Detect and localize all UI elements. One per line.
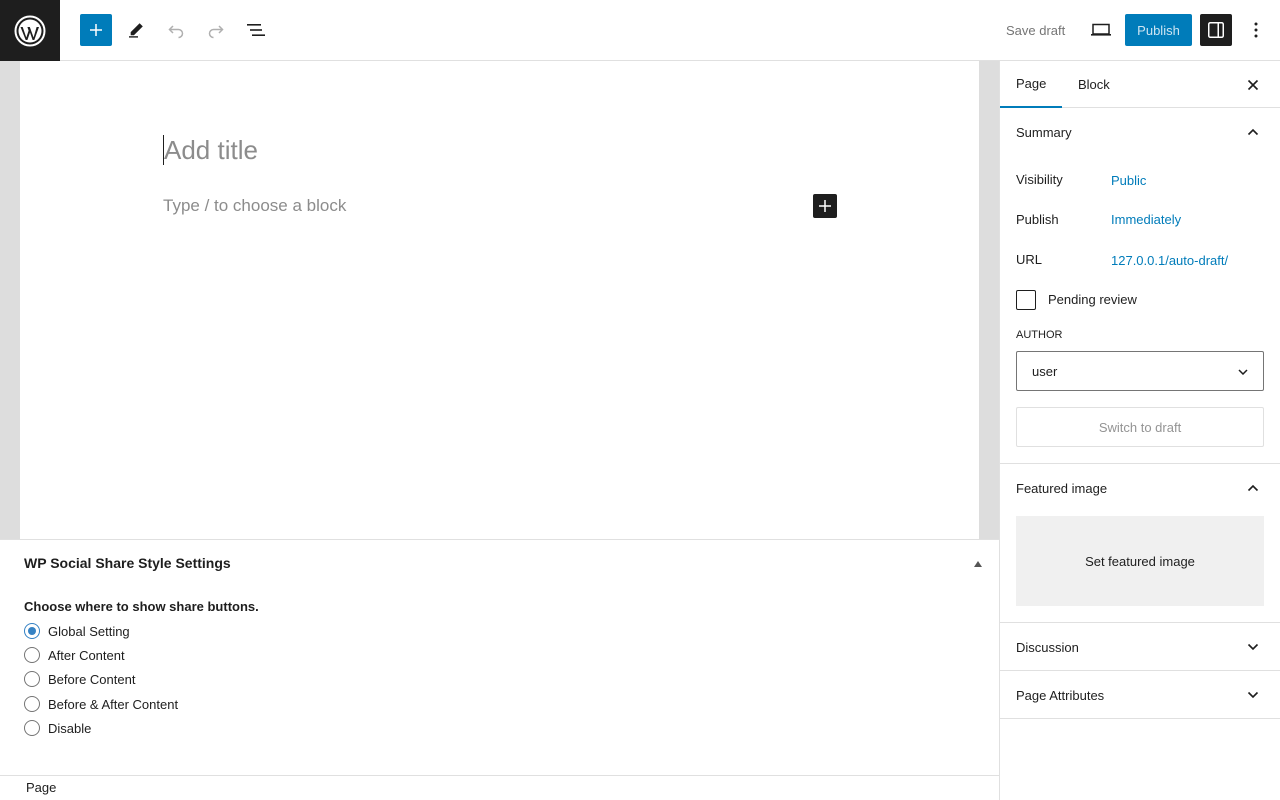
page-attributes-panel-title: Page Attributes: [1016, 687, 1105, 703]
close-icon: [1247, 79, 1259, 91]
panel-divider: [1000, 718, 1280, 719]
switch-to-draft-button[interactable]: Switch to draft: [1016, 407, 1264, 447]
pencil-icon: [129, 23, 143, 38]
radio-button[interactable]: [24, 623, 40, 639]
breadcrumb[interactable]: Page: [26, 780, 56, 795]
radio-button[interactable]: [24, 647, 40, 663]
options-menu-button[interactable]: [1240, 14, 1272, 46]
publish-button[interactable]: Publish: [1125, 14, 1192, 46]
radio-button[interactable]: [24, 671, 40, 687]
summary-panel-toggle[interactable]: Summary: [1000, 108, 1280, 156]
author-select[interactable]: user: [1016, 351, 1264, 391]
preview-button[interactable]: [1085, 14, 1117, 46]
publish-date-button[interactable]: Immediately: [1111, 212, 1181, 227]
close-sidebar-button[interactable]: [1241, 73, 1265, 97]
add-block-button[interactable]: [813, 194, 837, 218]
plus-icon: [90, 24, 102, 36]
featured-image-panel-toggle[interactable]: Featured image: [1000, 464, 1280, 512]
sidebar-icon: [1208, 22, 1224, 38]
editor-footer: Page: [0, 775, 1000, 800]
block-inserter-button[interactable]: [80, 14, 112, 46]
page-attributes-panel-toggle[interactable]: Page Attributes: [1000, 671, 1280, 719]
chevron-down-icon: [1245, 687, 1261, 703]
settings-sidebar: Page Block Summary Visibility Public Pub…: [999, 61, 1280, 800]
save-draft-button[interactable]: Save draft: [998, 14, 1073, 46]
summary-panel-title: Summary: [1016, 124, 1072, 140]
chevron-up-icon: [1245, 124, 1261, 140]
visibility-label: Visibility: [1016, 172, 1063, 187]
editor-canvas-area: Add title Type / to choose a block: [0, 61, 999, 540]
document-overview-button[interactable]: [240, 14, 272, 46]
undo-icon: [168, 25, 184, 39]
radio-label: Global Setting: [48, 623, 130, 639]
radio-label: After Content: [48, 647, 125, 663]
publish-label: Publish: [1016, 212, 1059, 227]
wordpress-logo-button[interactable]: [0, 0, 60, 61]
settings-sidebar-toggle[interactable]: [1200, 14, 1232, 46]
author-label: AUTHOR: [1016, 329, 1063, 341]
plus-icon: [819, 200, 831, 212]
radio-label: Disable: [48, 720, 92, 736]
chevron-down-icon: [1237, 366, 1249, 378]
discussion-panel-toggle[interactable]: Discussion: [1000, 623, 1280, 671]
list-view-icon: [247, 24, 265, 36]
radio-option-disable[interactable]: Disable: [24, 719, 91, 737]
redo-button[interactable]: [200, 14, 232, 46]
metabox-question: Choose where to show share buttons.: [24, 599, 259, 614]
redo-icon: [208, 25, 224, 39]
editor-header: Save draft Publish: [0, 0, 1280, 61]
url-label: URL: [1016, 252, 1043, 267]
pending-review-label[interactable]: Pending review: [1048, 292, 1137, 307]
author-value: user: [1032, 363, 1058, 379]
radio-label: Before Content: [48, 671, 136, 687]
chevron-up-icon: [1245, 480, 1261, 496]
sidebar-tabs: Page Block: [1000, 61, 1280, 108]
set-featured-image-button[interactable]: Set featured image: [1016, 516, 1264, 606]
metabox-collapse-toggle[interactable]: [970, 556, 986, 572]
radio-option-before-content[interactable]: Before Content: [24, 670, 135, 688]
chevron-down-icon: [1245, 639, 1261, 655]
pending-review-checkbox[interactable]: [1016, 290, 1036, 310]
triangle-up-icon: [974, 561, 982, 567]
radio-label: Before & After Content: [48, 696, 179, 712]
post-title-input[interactable]: Add title: [163, 135, 258, 165]
more-vertical-icon: [1254, 22, 1258, 38]
social-share-metabox: WP Social Share Style Settings Choose wh…: [0, 539, 999, 775]
editor-canvas: Add title Type / to choose a block: [20, 61, 979, 540]
visibility-value-button[interactable]: Public: [1111, 173, 1146, 188]
radio-option-global-setting[interactable]: Global Setting: [24, 622, 130, 640]
undo-button[interactable]: [160, 14, 192, 46]
tools-button[interactable]: [120, 14, 152, 46]
url-button[interactable]: 127.0.0.1/auto-draft/: [1111, 253, 1228, 268]
default-block-appender[interactable]: Type / to choose a block: [163, 196, 346, 216]
metabox-title: WP Social Share Style Settings: [24, 555, 231, 571]
tab-page[interactable]: Page: [1000, 61, 1063, 108]
tab-block[interactable]: Block: [1062, 61, 1126, 108]
desktop-icon: [1091, 23, 1111, 36]
wordpress-logo-icon: [14, 15, 46, 46]
radio-button[interactable]: [24, 696, 40, 712]
radio-button[interactable]: [24, 720, 40, 736]
radio-option-before-after-content[interactable]: Before & After Content: [24, 695, 178, 713]
featured-image-panel-title: Featured image: [1016, 480, 1108, 496]
discussion-panel-title: Discussion: [1016, 639, 1079, 655]
radio-option-after-content[interactable]: After Content: [24, 646, 125, 664]
